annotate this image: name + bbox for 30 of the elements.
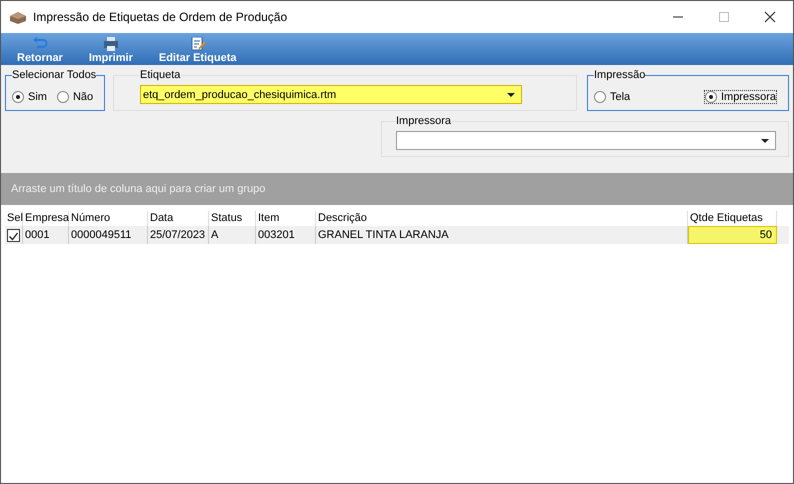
group-title: Impressora xyxy=(396,115,452,127)
radio-option[interactable]: Não xyxy=(56,91,94,103)
table-cell[interactable]: 50 xyxy=(688,226,777,244)
toolbar-button[interactable]: Retornar xyxy=(9,35,71,65)
printer-dropdown[interactable] xyxy=(396,131,776,150)
radio-option[interactable]: Impressora xyxy=(704,91,776,103)
return-arrow-icon xyxy=(32,37,48,51)
table-cell: 25/07/2023 xyxy=(148,226,209,244)
toolbar-button[interactable]: Imprimir xyxy=(80,35,141,65)
table-cell: 0000049511 xyxy=(69,226,148,244)
close-icon xyxy=(764,11,776,23)
radio-option[interactable]: Sim xyxy=(12,91,47,103)
caret-icon xyxy=(761,138,769,142)
group-title: Etiqueta xyxy=(140,69,180,81)
group-title: Impressão xyxy=(594,69,646,81)
printer-icon xyxy=(102,37,119,51)
box-icon xyxy=(9,9,27,25)
checkbox[interactable] xyxy=(7,228,20,242)
radio-option[interactable]: Tela xyxy=(594,91,630,103)
caret-icon xyxy=(507,92,515,96)
edit-document-icon xyxy=(190,37,206,51)
table-cell: 0001 xyxy=(23,226,69,244)
label-dropdown[interactable]: etq_ordem_producao_chesiquimica.rtm xyxy=(140,85,522,104)
group-title: Selecionar Todos xyxy=(12,69,96,81)
window-title: Impressão de Etiquetas de Ordem de Produção xyxy=(33,10,288,24)
group-hint: Arraste um título de coluna aqui para criar um grupo xyxy=(11,183,266,195)
toolbar-button[interactable]: Editar Etiqueta xyxy=(150,35,244,65)
maximize-icon xyxy=(718,11,730,23)
table-cell: A xyxy=(209,226,256,244)
table-cell: 003201 xyxy=(256,226,316,244)
